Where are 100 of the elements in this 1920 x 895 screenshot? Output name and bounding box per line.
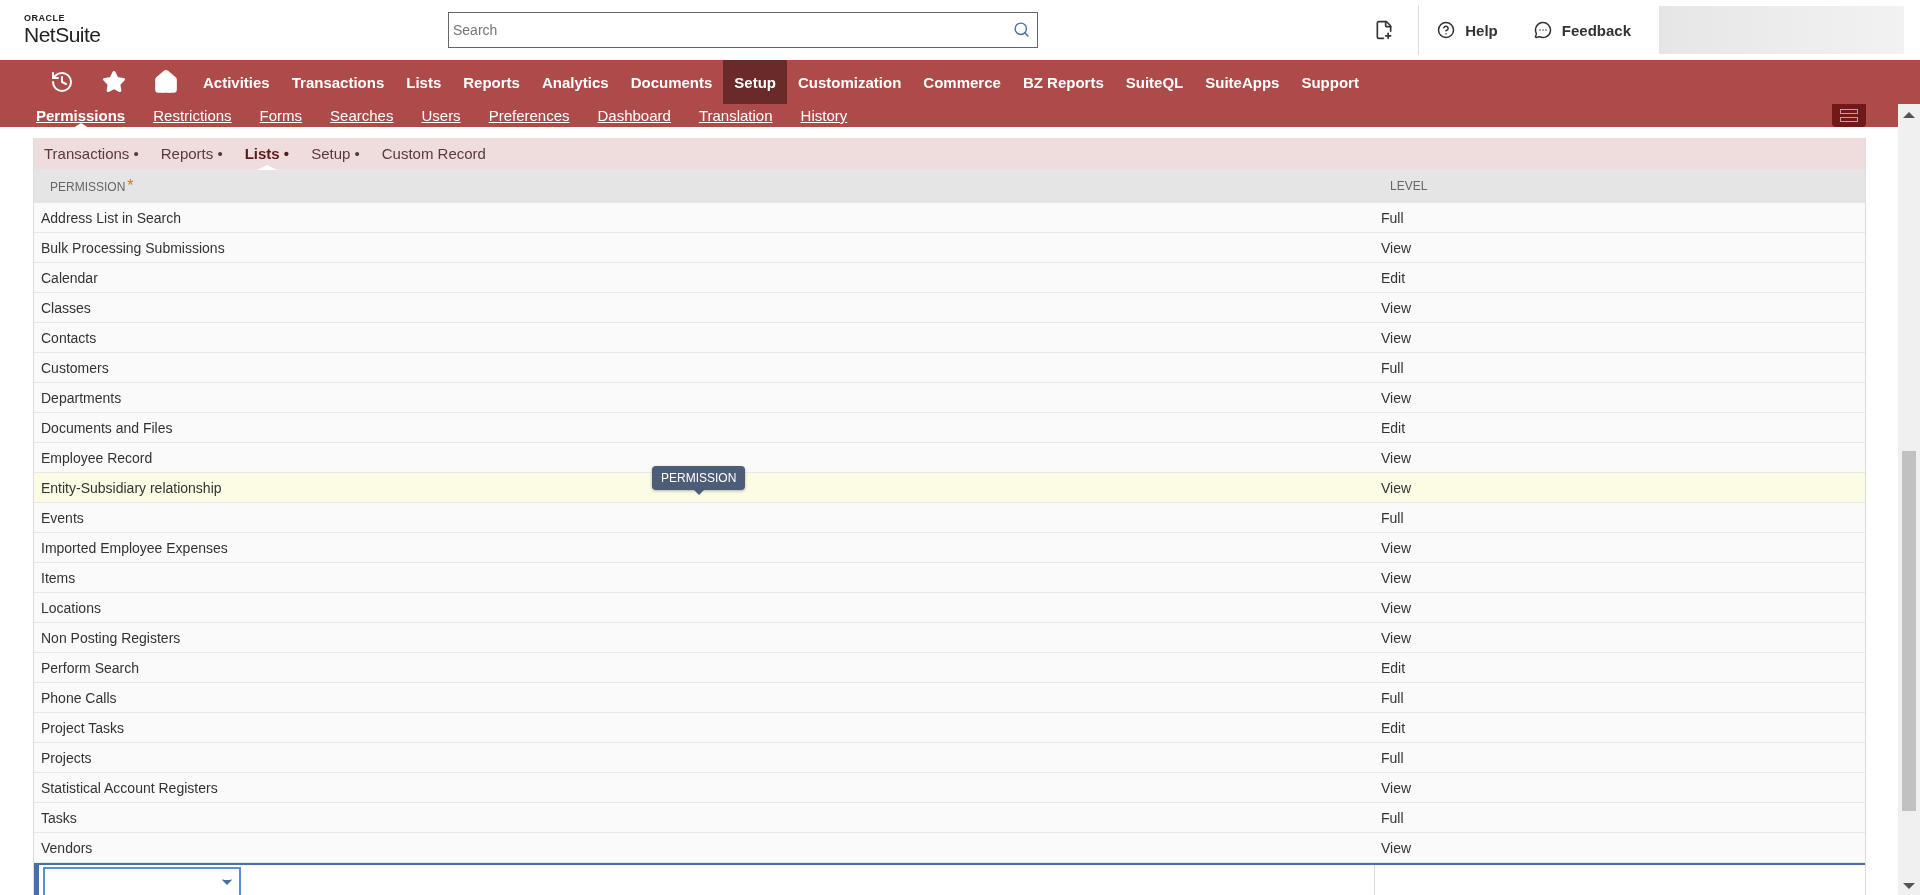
nav-menu-item[interactable]: Documents [619, 60, 724, 104]
subtab[interactable]: Users [421, 104, 461, 127]
nav-menu-item[interactable]: SuiteQL [1114, 60, 1195, 104]
table-row[interactable]: Perform Search Edit [34, 653, 1865, 683]
table-row[interactable]: Imported Employee Expenses View [34, 533, 1865, 563]
table-cell: View [1381, 629, 1412, 646]
table-cell: View [1381, 329, 1412, 346]
table-cell: View [1381, 299, 1412, 316]
table-cell: Non Posting Registers [41, 629, 181, 646]
nav-menu-item[interactable]: Transactions [280, 60, 396, 104]
subtab[interactable]: Forms [259, 104, 303, 127]
table-cell: View [1381, 599, 1412, 616]
table-cell: Edit [1381, 659, 1406, 676]
permission-tab[interactable]: Transactions • [44, 138, 139, 169]
table-cell: View [1381, 779, 1412, 796]
subtab[interactable]: Preferences [488, 104, 570, 127]
search-icon[interactable] [1013, 21, 1030, 38]
table-cell: Phone Calls [41, 689, 117, 706]
logo-text: NetSuite [24, 23, 102, 47]
table-cell: View [1381, 839, 1412, 856]
table-cell: Edit [1381, 719, 1406, 736]
table-cell: Documents and Files [41, 419, 173, 436]
table-cell: Entity-Subsidiary relationship [41, 479, 222, 496]
nav-menu-item[interactable]: BZ Reports [1011, 60, 1115, 104]
nav-menu-item[interactable]: Commerce [912, 60, 1012, 104]
table-cell: Perform Search [41, 659, 140, 676]
nav-menu-item[interactable]: Reports [452, 60, 531, 104]
help-icon [1437, 21, 1456, 39]
table-row[interactable]: Phone Calls Full [34, 683, 1865, 713]
table-cell: Project Tasks [41, 719, 124, 736]
table-row[interactable]: Statistical Account Registers View [34, 773, 1865, 803]
table-cell: Statistical Account Registers [41, 779, 218, 796]
table-cell: Customers [41, 359, 109, 376]
nav-menu-item[interactable]: SuiteApps [1194, 60, 1291, 104]
table-row[interactable]: Events Full [34, 503, 1865, 533]
table-cell: Locations [41, 599, 101, 616]
nav-menu-item[interactable]: Support [1290, 60, 1370, 104]
feedback-link[interactable]: Feedback [1515, 21, 1649, 39]
tooltip-pointer [693, 490, 704, 495]
table-cell: Vendors [41, 839, 93, 856]
nav-menu-item[interactable]: Analytics [530, 60, 620, 104]
nav-menu-item[interactable]: Customization [787, 60, 913, 104]
table-cell: Full [1381, 749, 1404, 766]
table-row[interactable]: Project Tasks Edit [34, 713, 1865, 743]
scrollbar[interactable] [1898, 104, 1920, 895]
table-cell: Calendar [41, 269, 98, 286]
table-row[interactable]: Address List in Search Full [34, 203, 1865, 233]
speech-bubble-icon [1533, 21, 1552, 39]
table-cell: Address List in Search [41, 209, 182, 226]
table-cell: Full [1381, 209, 1404, 226]
table-cell: View [1381, 569, 1412, 586]
table-row[interactable]: Locations View [34, 593, 1865, 623]
subtab[interactable]: Dashboard [597, 104, 671, 127]
nav-menu-item[interactable]: Lists [395, 60, 453, 104]
table-cell: Full [1381, 809, 1404, 826]
help-link[interactable]: Help [1419, 21, 1516, 39]
permission-tab[interactable]: Custom Record [381, 138, 486, 169]
new-document-icon[interactable] [1374, 20, 1395, 40]
column-header: LEVEL [1390, 179, 1428, 193]
subtab[interactable]: Searches [330, 104, 394, 127]
netsuite-logo[interactable]: ORACLE NetSuite [24, 13, 448, 47]
table-cell: Departments [41, 389, 122, 406]
table-row[interactable]: Non Posting Registers View [34, 623, 1865, 653]
table-row[interactable]: Documents and Files Edit [34, 413, 1865, 443]
table-row[interactable]: Departments View [34, 383, 1865, 413]
subtab[interactable]: Restrictions [153, 104, 232, 127]
table-cell: Classes [41, 299, 91, 316]
table-row[interactable]: Vendors View [34, 833, 1865, 863]
search-field[interactable]: Search [448, 12, 1038, 48]
table-row[interactable]: Employee Record View [34, 443, 1865, 473]
permission-tab[interactable]: Setup • [311, 138, 360, 169]
table-cell: Imported Employee Expenses [41, 539, 228, 556]
nav-menu-item[interactable]: Setup [723, 60, 787, 104]
table-cell: Edit [1381, 269, 1406, 286]
permission-dropdown[interactable] [43, 867, 241, 895]
table-cell: Tasks [41, 809, 77, 826]
table-row[interactable]: Calendar Edit [34, 263, 1865, 293]
table-row[interactable]: Customers Full [34, 353, 1865, 383]
subtab[interactable]: Permissions [36, 104, 126, 127]
table-cell: Edit [1381, 419, 1406, 436]
table-cell: Full [1381, 359, 1404, 376]
table-cell: View [1381, 479, 1412, 496]
table-cell: View [1381, 239, 1412, 256]
table-row[interactable]: Items View [34, 563, 1865, 593]
table-row[interactable]: Classes View [34, 293, 1865, 323]
table-row[interactable]: Tasks Full [34, 803, 1865, 833]
table-cell: Full [1381, 509, 1404, 526]
table-cell: Projects [41, 749, 92, 766]
permission-tab[interactable]: Reports • [160, 138, 223, 169]
subtab[interactable]: History [800, 104, 848, 127]
table-cell: Bulk Processing Submissions [41, 239, 225, 256]
nav-menu-item[interactable]: Activities [192, 60, 281, 104]
table-row[interactable]: Bulk Processing Submissions View [34, 233, 1865, 263]
subtab[interactable]: Translation [698, 104, 773, 127]
table-row[interactable]: Projects Full [34, 743, 1865, 773]
collapse-button[interactable] [1832, 104, 1866, 127]
table-cell: View [1381, 449, 1412, 466]
table-row[interactable]: Contacts View [34, 323, 1865, 353]
table-cell: View [1381, 389, 1412, 406]
table-cell: View [1381, 539, 1412, 556]
